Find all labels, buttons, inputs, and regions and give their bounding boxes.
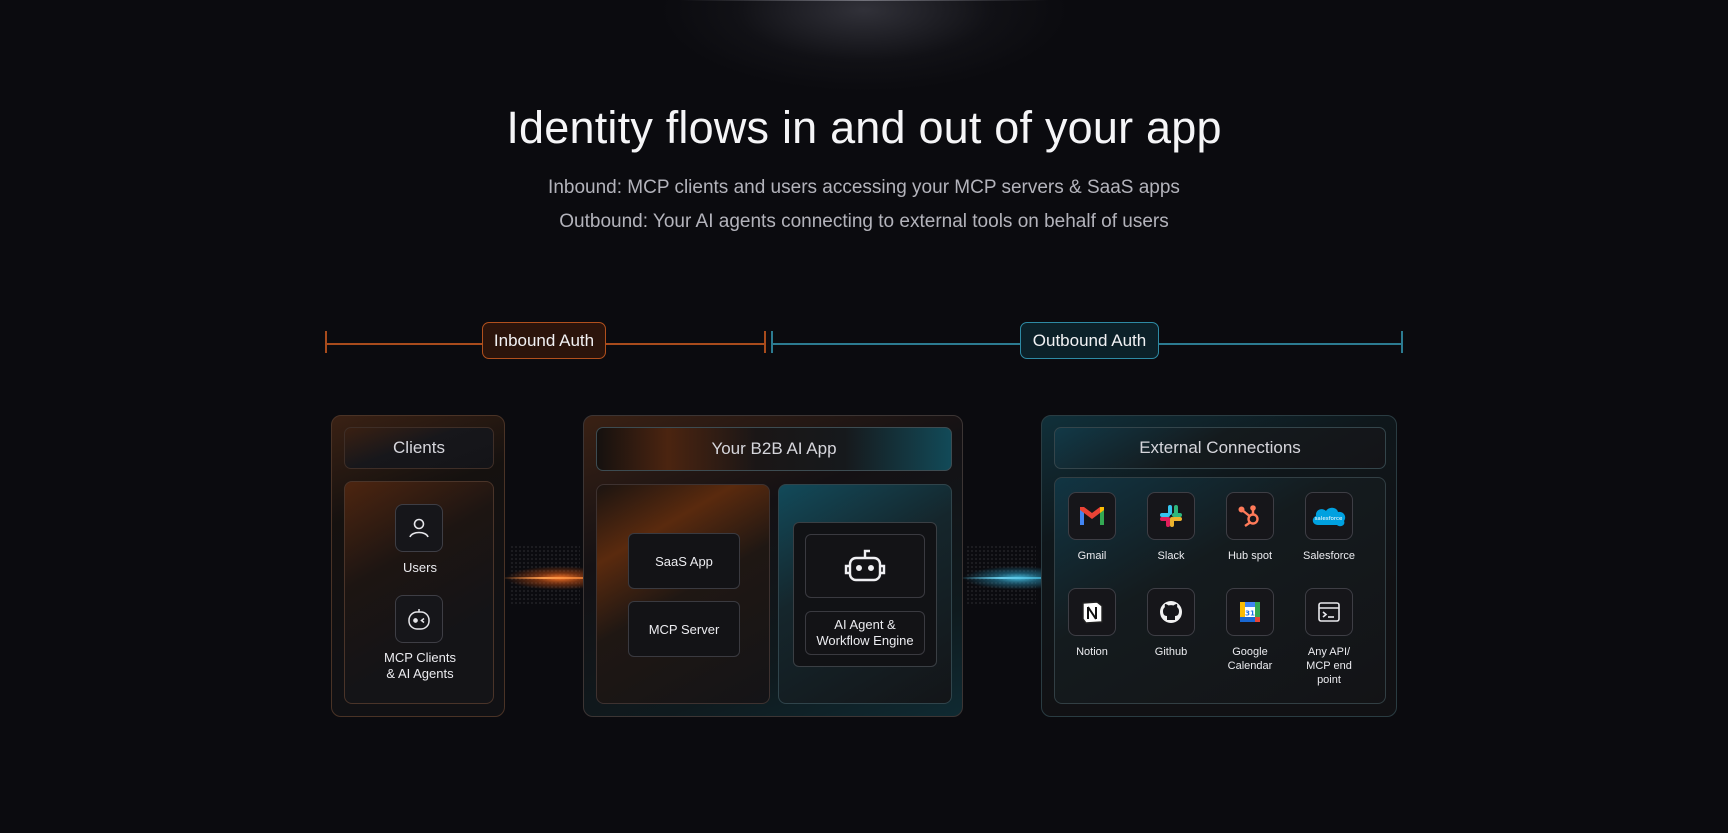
google-calendar-icon: 31 xyxy=(1226,588,1274,636)
inbound-bracket-left-tick xyxy=(325,331,327,353)
item-label: Slack xyxy=(1157,550,1185,562)
mcp-clients-line2: & AI Agents xyxy=(386,666,454,681)
external-panel: External Connections Gmail Slack Hub spo… xyxy=(1041,415,1397,717)
bot-face-icon xyxy=(395,595,443,643)
mcp-clients-label: MCP Clients & AI Agents xyxy=(345,650,495,682)
agent-engine-line1: AI Agent & xyxy=(834,617,896,632)
clients-inner: Users MCP Clients & AI Agents xyxy=(344,481,494,704)
top-divider xyxy=(680,0,1048,1)
item-label: Github xyxy=(1154,646,1188,658)
clients-header: Clients xyxy=(344,427,494,469)
agent-inner: AI Agent & Workflow Engine xyxy=(778,484,952,704)
app-panel: Your B2B AI App SaaS App MCP Server AI A… xyxy=(583,415,963,717)
agent-container: AI Agent & Workflow Engine xyxy=(793,522,937,667)
item-label: Hub spot xyxy=(1227,550,1273,562)
external-header: External Connections xyxy=(1054,427,1386,469)
subtitle-inbound: Inbound: MCP clients and users accessing… xyxy=(548,177,1180,198)
inbound-beam-core xyxy=(505,577,583,579)
salesforce-icon: salesforce xyxy=(1305,492,1353,540)
saas-mcp-inner: SaaS App MCP Server xyxy=(596,484,770,704)
subtitle-outbound: Outbound: Your AI agents connecting to e… xyxy=(559,211,1169,232)
calendar-day-number: 31 xyxy=(1245,610,1255,618)
item-label: Notion xyxy=(1076,646,1108,658)
item-label: Google Calendar xyxy=(1227,646,1273,672)
github-icon xyxy=(1147,588,1195,636)
top-glow xyxy=(664,0,1064,90)
outbound-bracket-left-tick xyxy=(771,331,773,353)
outbound-auth-badge: Outbound Auth xyxy=(1020,322,1159,359)
salesforce-wordmark: salesforce xyxy=(1315,516,1343,522)
mcp-server-box: MCP Server xyxy=(628,601,740,657)
hubspot-icon xyxy=(1226,492,1274,540)
gmail-icon xyxy=(1068,492,1116,540)
external-grid: Gmail Slack Hub spot salesforce Salesfor… xyxy=(1054,477,1386,704)
app-header: Your B2B AI App xyxy=(596,427,952,471)
notion-icon xyxy=(1068,588,1116,636)
inbound-bracket-right-tick xyxy=(764,331,766,353)
item-label: Gmail xyxy=(1077,550,1107,562)
outbound-beam-core xyxy=(963,577,1041,579)
terminal-icon xyxy=(1305,588,1353,636)
agent-engine-label: AI Agent & Workflow Engine xyxy=(805,611,925,655)
slack-icon xyxy=(1147,492,1195,540)
item-label: Any API/ MCP end point xyxy=(1306,646,1352,686)
user-icon xyxy=(395,504,443,552)
agent-engine-line2: Workflow Engine xyxy=(816,633,914,648)
outbound-bracket-right-tick xyxy=(1401,331,1403,353)
robot-icon xyxy=(805,534,925,598)
item-label: Salesforce xyxy=(1303,550,1355,562)
inbound-auth-badge: Inbound Auth xyxy=(482,322,606,359)
page-title: Identity flows in and out of your app xyxy=(506,102,1222,153)
saas-app-box: SaaS App xyxy=(628,533,740,589)
users-label: Users xyxy=(403,560,437,575)
mcp-clients-line1: MCP Clients xyxy=(383,650,456,665)
clients-panel: Clients Users MCP Clients & AI Agents xyxy=(331,415,505,717)
